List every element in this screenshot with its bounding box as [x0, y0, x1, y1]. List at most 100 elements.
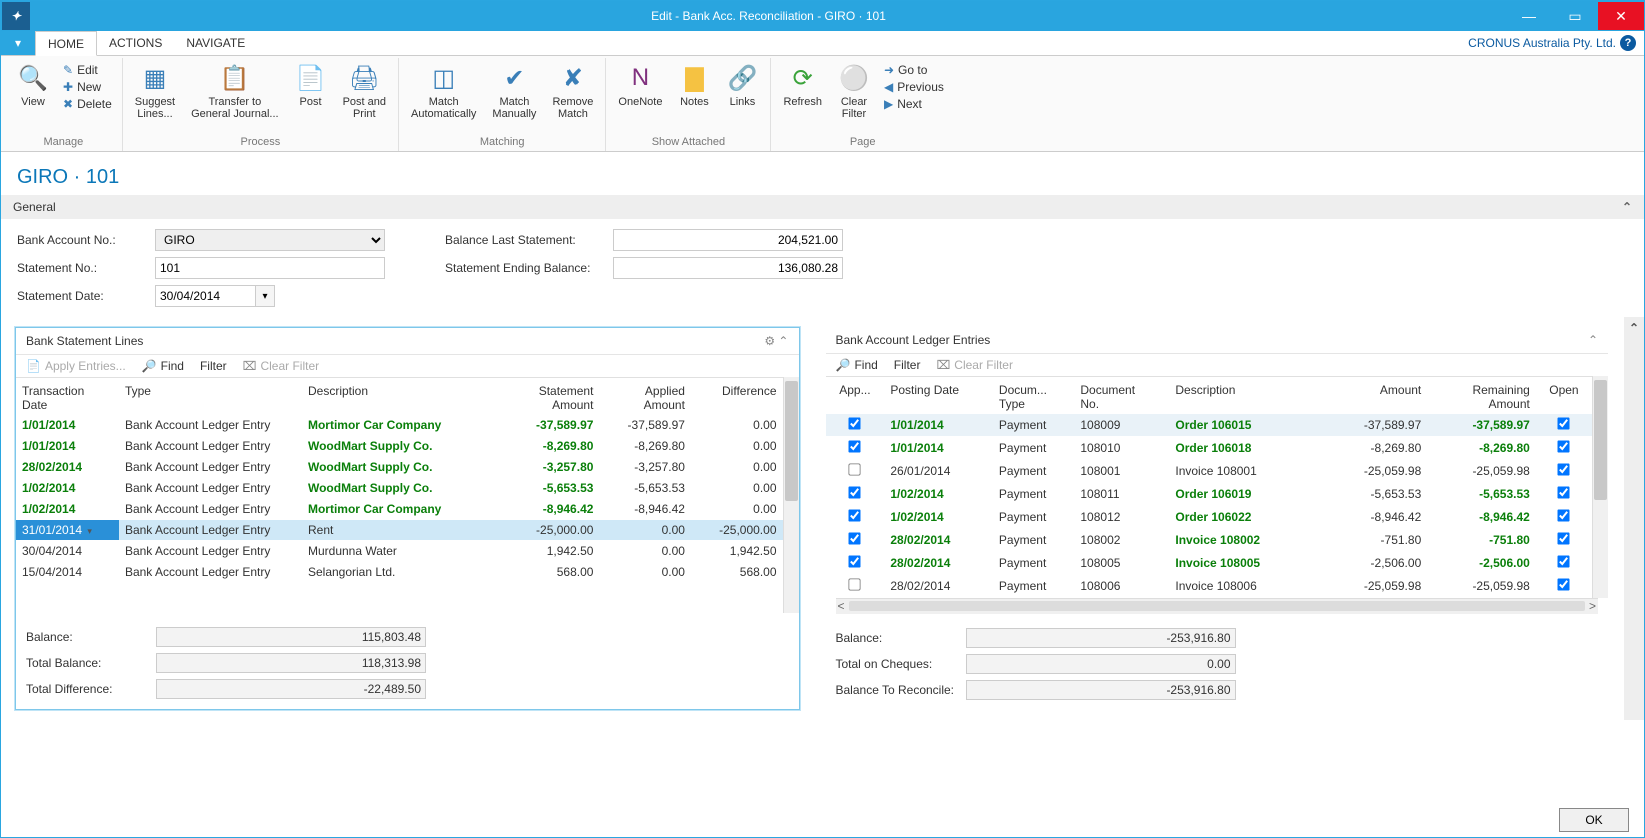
table-row[interactable]: 28/02/2014Payment108006Invoice 108006 -2…: [826, 575, 1593, 598]
horizontal-scrollbar[interactable]: <>: [836, 598, 1599, 614]
view-button[interactable]: 🔍View: [11, 60, 55, 110]
balance-output: [156, 627, 426, 647]
collapse-icon[interactable]: ⌃: [1588, 333, 1598, 347]
window-title: Edit - Bank Acc. Reconciliation - GIRO ·…: [31, 9, 1506, 23]
open-checkbox[interactable]: [1558, 555, 1570, 567]
delete-button[interactable]: ✖Delete: [59, 96, 116, 112]
find-button[interactable]: 🔎Find: [836, 358, 878, 372]
open-checkbox[interactable]: [1558, 486, 1570, 498]
applied-checkbox[interactable]: [849, 555, 861, 567]
open-checkbox[interactable]: [1558, 532, 1570, 544]
general-body: Bank Account No.: GIRO Statement No.: St…: [1, 219, 1644, 317]
next-button[interactable]: ▶Next: [880, 96, 948, 112]
tab-home[interactable]: HOME: [35, 31, 97, 56]
statement-ending-balance-input[interactable]: [613, 257, 843, 279]
vertical-scrollbar[interactable]: [1592, 376, 1608, 598]
post-print-button[interactable]: 🖨Post andPrint: [337, 60, 392, 122]
open-checkbox[interactable]: [1558, 578, 1570, 590]
total-cheques-output: [966, 654, 1236, 674]
table-row[interactable]: 1/02/2014Payment108011Order 106019 -5,65…: [826, 483, 1593, 506]
edit-button[interactable]: ✎Edit: [59, 62, 116, 78]
page-title: GIRO · 101: [1, 152, 1644, 195]
applied-checkbox[interactable]: [849, 417, 861, 429]
applied-checkbox[interactable]: [849, 578, 861, 590]
match-auto-button[interactable]: ◫MatchAutomatically: [405, 60, 482, 122]
transfer-journal-button[interactable]: 📋Transfer toGeneral Journal...: [185, 60, 284, 122]
table-row[interactable]: 28/02/2014Payment108005Invoice 108005 -2…: [826, 552, 1593, 575]
ledger-balance-output: [966, 628, 1236, 648]
links-button[interactable]: 🔗Links: [720, 60, 764, 110]
match-manual-button[interactable]: ✔MatchManually: [486, 60, 542, 122]
close-button[interactable]: ✕: [1598, 2, 1644, 30]
filter-button[interactable]: Filter: [200, 359, 227, 373]
panel-title: Bank Account Ledger Entries: [836, 333, 991, 347]
post-button[interactable]: 📄Post: [289, 60, 333, 110]
table-row[interactable]: 28/02/2014Payment108002Invoice 108002 -7…: [826, 529, 1593, 552]
general-header[interactable]: General ⌃: [1, 195, 1644, 219]
help-icon[interactable]: ?: [1620, 35, 1636, 51]
panel-gear-icon[interactable]: ⚙ ⌃: [764, 334, 788, 348]
open-checkbox[interactable]: [1558, 463, 1570, 475]
table-row[interactable]: 1/01/2014 Bank Account Ledger EntryWoodM…: [16, 436, 783, 457]
table-row[interactable]: 1/02/2014Payment108012Order 106022 -8,94…: [826, 506, 1593, 529]
ledger-entries-grid[interactable]: App... Posting Date Docum...Type Documen…: [826, 376, 1593, 598]
open-checkbox[interactable]: [1558, 417, 1570, 429]
clear-filter-button-grid[interactable]: ⌧Clear Filter: [243, 359, 320, 373]
ledger-entries-panel: Bank Account Ledger Entries ⌃ 🔎Find Filt…: [824, 327, 1611, 710]
table-row[interactable]: 30/04/2014 Bank Account Ledger EntryMurd…: [16, 541, 783, 562]
minimize-button[interactable]: —: [1506, 2, 1552, 30]
filter-button[interactable]: Filter: [894, 358, 921, 372]
previous-button[interactable]: ◀Previous: [880, 79, 948, 95]
collapse-icon[interactable]: ⌃: [1622, 200, 1632, 214]
notes-button[interactable]: ▇Notes: [672, 60, 716, 110]
maximize-button[interactable]: ▭: [1552, 2, 1598, 30]
table-row[interactable]: 31/01/2014 Bank Account Ledger EntryRent…: [16, 520, 783, 541]
panel-title: Bank Statement Lines: [26, 334, 143, 348]
applied-checkbox[interactable]: [849, 440, 861, 452]
bank-account-no-select[interactable]: GIRO: [155, 229, 385, 251]
app-icon: ✦: [2, 2, 30, 30]
tab-navigate[interactable]: NAVIGATE: [174, 31, 257, 55]
open-checkbox[interactable]: [1558, 440, 1570, 452]
goto-button[interactable]: ➜Go to: [880, 62, 948, 78]
statement-lines-grid[interactable]: TransactionDate Type Description Stateme…: [16, 377, 783, 613]
table-row[interactable]: 1/01/2014 Bank Account Ledger EntryMorti…: [16, 415, 783, 436]
date-dropdown-icon[interactable]: ▾: [255, 285, 275, 307]
total-difference-output: [156, 679, 426, 699]
applied-checkbox[interactable]: [849, 463, 861, 475]
applied-checkbox[interactable]: [849, 532, 861, 544]
table-row[interactable]: 28/02/2014 Bank Account Ledger EntryWood…: [16, 457, 783, 478]
statement-no-input[interactable]: [155, 257, 385, 279]
table-row[interactable]: 26/01/2014Payment108001Invoice 108001 -2…: [826, 460, 1593, 483]
ribbon-tabs: ▾ HOME ACTIONS NAVIGATE CRONUS Australia…: [1, 31, 1644, 56]
balance-last-statement-input[interactable]: [613, 229, 843, 251]
table-row[interactable]: 15/04/2014 Bank Account Ledger EntrySela…: [16, 562, 783, 583]
clear-filter-button[interactable]: ⚪ClearFilter: [832, 60, 876, 122]
applied-checkbox[interactable]: [849, 486, 861, 498]
applied-checkbox[interactable]: [849, 509, 861, 521]
open-checkbox[interactable]: [1558, 509, 1570, 521]
new-button[interactable]: ✚New: [59, 79, 116, 95]
statement-date-input[interactable]: [155, 285, 255, 307]
table-row[interactable]: 1/01/2014Payment108009Order 106015 -37,5…: [826, 414, 1593, 437]
remove-match-button[interactable]: ✘RemoveMatch: [546, 60, 599, 122]
title-bar: ✦ Edit - Bank Acc. Reconciliation - GIRO…: [1, 1, 1644, 31]
onenote-button[interactable]: NOneNote: [612, 60, 668, 110]
ok-button[interactable]: OK: [1559, 808, 1629, 832]
side-collapse[interactable]: ⌃: [1624, 317, 1644, 720]
ribbon: 🔍View ✎Edit ✚New ✖Delete Manage ▦Suggest…: [1, 56, 1644, 152]
table-row[interactable]: 1/02/2014 Bank Account Ledger EntryWoodM…: [16, 478, 783, 499]
apply-entries-button[interactable]: 📄Apply Entries...: [26, 359, 126, 373]
tab-actions[interactable]: ACTIONS: [97, 31, 174, 55]
suggest-lines-button[interactable]: ▦SuggestLines...: [129, 60, 181, 122]
table-row[interactable]: 1/01/2014Payment108010Order 106018 -8,26…: [826, 437, 1593, 460]
clear-filter-button-grid[interactable]: ⌧Clear Filter: [936, 358, 1013, 372]
table-row[interactable]: 1/02/2014 Bank Account Ledger EntryMorti…: [16, 499, 783, 520]
vertical-scrollbar[interactable]: [783, 377, 799, 613]
file-dropdown[interactable]: ▾: [1, 31, 35, 55]
find-button[interactable]: 🔎Find: [142, 359, 184, 373]
balance-reconcile-output: [966, 680, 1236, 700]
company-label[interactable]: CRONUS Australia Pty. Ltd. ?: [1460, 31, 1644, 55]
total-balance-output: [156, 653, 426, 673]
refresh-button[interactable]: ⟳Refresh: [777, 60, 828, 110]
